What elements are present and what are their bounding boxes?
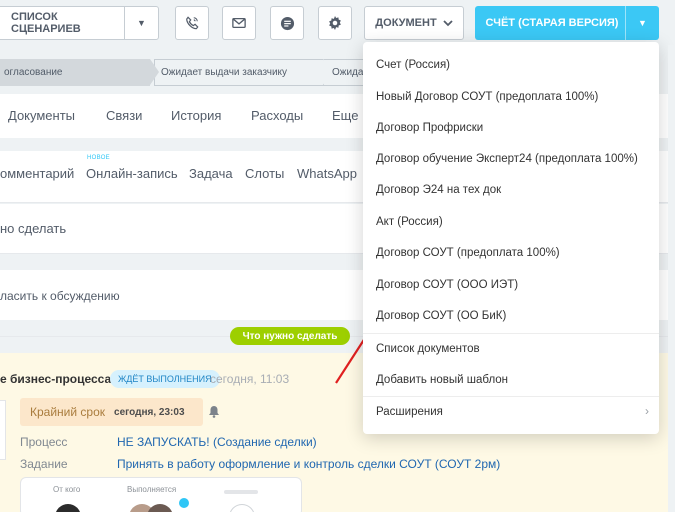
activity-time: сегодня, 11:03 <box>210 372 290 386</box>
task-link[interactable]: Принять в работу оформление и контроль с… <box>117 457 500 471</box>
new-badge: НОВОЕ <box>87 155 110 161</box>
menu-item-sout-iet-contract[interactable]: Договор СОУТ (ООО ИЭТ) <box>363 269 659 300</box>
composer-tab-whatsapp[interactable]: WhatsApp <box>297 166 357 181</box>
settings-button[interactable] <box>318 6 352 40</box>
clock-icon <box>177 496 191 510</box>
chat-icon <box>280 16 294 30</box>
executor-label: Выполняется <box>127 485 177 494</box>
menu-item-new-sout-contract[interactable]: Новый Договор СОУТ (предоплата 100%) <box>363 81 659 112</box>
process-link[interactable]: НЕ ЗАПУСКАТЬ! (Создание сделки) <box>117 435 317 449</box>
composer-tab-task[interactable]: Задача <box>189 166 233 181</box>
chevron-right-icon: › <box>645 404 649 418</box>
process-label: Процесс <box>20 435 68 449</box>
placeholder-bar <box>224 490 258 494</box>
tab-links[interactable]: Связи <box>106 108 142 123</box>
invoice-old-button[interactable]: СЧЁТ (СТАРАЯ ВЕРСИЯ) ▼ <box>475 6 659 40</box>
composer-tab-online-booking[interactable]: Онлайн-запись <box>86 166 178 181</box>
menu-item-e24-techdoc-contract[interactable]: Договор Э24 на тех док <box>363 174 659 205</box>
gear-icon <box>329 16 341 30</box>
discuss-text: ласить к обсуждению <box>0 289 120 303</box>
activity-title: е бизнес-процесса <box>0 372 112 386</box>
participants-box: От кого Выполняется <box>20 477 302 512</box>
page-scrollbar[interactable] <box>668 45 675 512</box>
empty-avatar <box>229 504 255 512</box>
menu-item-act-russia[interactable]: Акт (Россия) <box>363 206 659 237</box>
toolbar: СПИСОК СЦЕНАРИЕВ ▼ ДОКУМЕНТ СЧЁТ (СТАРАЯ… <box>0 0 675 45</box>
tab-expenses[interactable]: Расходы <box>251 108 303 123</box>
todo-placeholder: но сделать <box>0 221 67 236</box>
avatar[interactable] <box>55 504 81 512</box>
envelope-icon <box>232 17 246 29</box>
tab-more[interactable]: Еще <box>332 108 358 123</box>
menu-item-add-template[interactable]: Добавить новый шаблон <box>363 364 659 395</box>
deadline-label: Крайний срок <box>30 405 106 419</box>
stage-awaiting-customer[interactable]: Ожидает выдачи заказчику <box>154 59 332 86</box>
pipeline-stages: огласование Ожидает выдачи заказчику Ожи… <box>0 59 400 86</box>
chevron-down-icon[interactable]: ▼ <box>625 6 659 40</box>
document-button[interactable]: ДОКУМЕНТ <box>364 6 464 40</box>
call-button[interactable] <box>175 6 209 40</box>
menu-item-expert24-contract[interactable]: Договор обучение Эксперт24 (предоплата 1… <box>363 143 659 174</box>
invoice-button-label: СЧЁТ (СТАРАЯ ВЕРСИЯ) <box>485 17 619 29</box>
composer-tab-slots[interactable]: Слоты <box>245 166 284 181</box>
email-button[interactable] <box>222 6 256 40</box>
bell-icon[interactable] <box>208 405 220 418</box>
menu-item-invoice-russia[interactable]: Счет (Россия) <box>363 49 659 80</box>
extensions-label: Расширения <box>376 405 443 418</box>
stage-approval[interactable]: огласование <box>0 59 159 86</box>
composer-tab-comment[interactable]: омментарий <box>0 166 74 181</box>
card-left-edge <box>0 400 6 460</box>
task-label: Задание <box>20 457 68 471</box>
chevron-down-icon <box>443 19 453 26</box>
chevron-down-icon[interactable]: ▼ <box>124 7 158 39</box>
from-label: От кого <box>53 485 81 494</box>
menu-item-document-list[interactable]: Список документов <box>363 333 659 364</box>
menu-item-sout-bik-contract[interactable]: Договор СОУТ (ОО БиК) <box>363 300 659 331</box>
scenarios-button-label: СПИСОК СЦЕНАРИЕВ <box>11 11 81 35</box>
deadline-chip[interactable]: Крайний срок сегодня, 23:03 <box>20 398 203 426</box>
tab-documents[interactable]: Документы <box>8 108 75 123</box>
menu-item-profrisk-contract[interactable]: Договор Профриски <box>363 112 659 143</box>
menu-item-sout-contract[interactable]: Договор СОУТ (предоплата 100%) <box>363 237 659 268</box>
status-badge: ЖДЁТ ВЫПОЛНЕНИЯ <box>110 370 220 388</box>
document-button-label: ДОКУМЕНТ <box>375 17 437 29</box>
avatar[interactable] <box>147 504 173 512</box>
phone-icon <box>186 16 199 30</box>
tab-history[interactable]: История <box>171 108 221 123</box>
scenarios-button[interactable]: СПИСОК СЦЕНАРИЕВ ▼ <box>0 6 159 40</box>
chat-button[interactable] <box>270 6 304 40</box>
menu-item-extensions[interactable]: Расширения › <box>363 396 659 427</box>
deadline-value: сегодня, 23:03 <box>114 406 185 418</box>
document-dropdown-menu: Счет (Россия) Новый Договор СОУТ (предоп… <box>363 42 659 434</box>
